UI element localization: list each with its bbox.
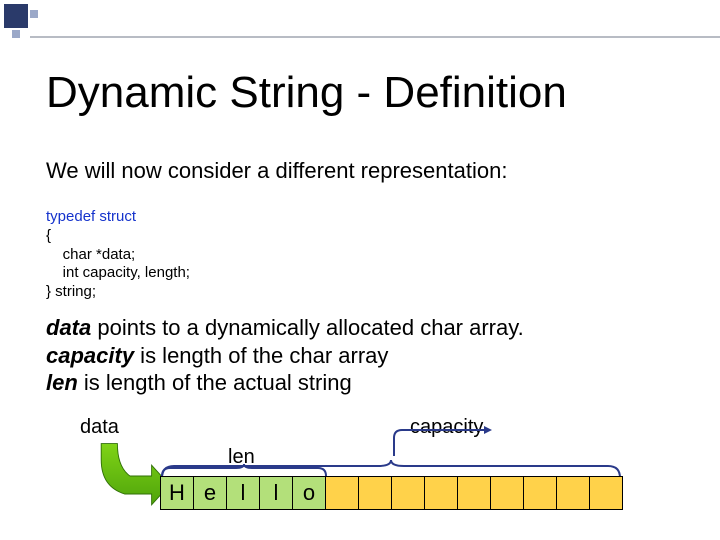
intro-text: We will now consider a different represe… xyxy=(46,158,507,184)
array-cell: l xyxy=(226,476,260,510)
array-cell xyxy=(589,476,623,510)
array-cell xyxy=(391,476,425,510)
slide-title: Dynamic String - Definition xyxy=(46,68,567,118)
diagram: data len capacity Hello xyxy=(80,416,680,536)
desc-data-em: data xyxy=(46,315,91,340)
keyword-struct: struct xyxy=(99,208,136,225)
code-brace-close: } string; xyxy=(46,283,96,300)
desc-len-em: len xyxy=(46,370,78,395)
description-block: data points to a dynamically allocated c… xyxy=(46,314,524,397)
horizontal-rule xyxy=(30,36,720,38)
array-cell: H xyxy=(160,476,194,510)
desc-data-rest: points to a dynamically allocated char a… xyxy=(91,315,523,340)
keyword-typedef: typedef xyxy=(46,208,95,225)
array-cell xyxy=(556,476,590,510)
slide-corner-ornament xyxy=(0,0,44,40)
array-cell xyxy=(457,476,491,510)
code-line-data: char *data; xyxy=(46,246,135,263)
char-array: Hello xyxy=(160,476,623,510)
code-brace-open: { xyxy=(46,227,51,244)
array-cell: e xyxy=(193,476,227,510)
array-cell xyxy=(325,476,359,510)
label-data: data xyxy=(80,416,119,439)
code-line-capacity: int capacity, length; xyxy=(46,264,190,281)
array-cell: l xyxy=(259,476,293,510)
array-cell: o xyxy=(292,476,326,510)
array-cell xyxy=(424,476,458,510)
code-block: typedef struct { char *data; int capacit… xyxy=(46,208,190,302)
capacity-connector-arrow xyxy=(392,426,492,462)
desc-capacity-rest: is length of the char array xyxy=(134,343,388,368)
desc-len-rest: is length of the actual string xyxy=(78,370,352,395)
array-cell xyxy=(490,476,524,510)
desc-capacity-em: capacity xyxy=(46,343,134,368)
array-cell xyxy=(358,476,392,510)
array-cell xyxy=(523,476,557,510)
